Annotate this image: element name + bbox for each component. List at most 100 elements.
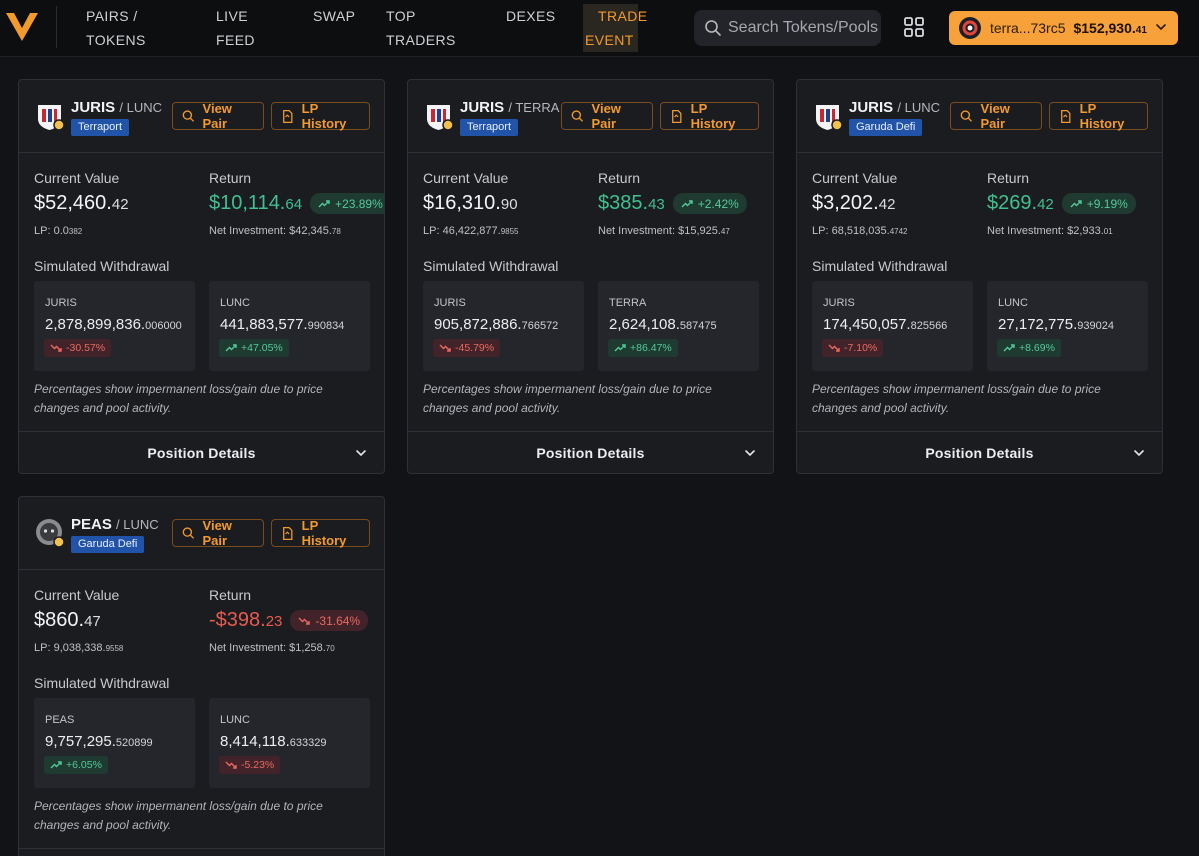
nav-label: TOKENS xyxy=(86,32,146,48)
withdrawal-symbol: JURIS xyxy=(823,297,855,309)
return-value-main: $385. xyxy=(598,192,649,214)
lp-history-label: LP History xyxy=(1079,101,1125,131)
net-investment-prefix: Net Investment: xyxy=(598,225,679,237)
trend-up-icon xyxy=(1070,199,1082,207)
withdrawal-change-badge: +8.69% xyxy=(997,339,1061,357)
nav-dexes[interactable]: DEXES xyxy=(506,4,555,28)
withdrawal-amount-decimals: 006000 xyxy=(145,320,182,332)
dex-badge: Terraport xyxy=(460,119,519,136)
withdrawal-change-badge: +47.05% xyxy=(219,339,289,357)
lp-history-button[interactable]: LP History xyxy=(1049,101,1148,131)
net-investment-prefix: Net Investment: xyxy=(209,642,290,654)
withdrawal-amount-decimals: 990834 xyxy=(307,320,345,332)
view-pair-label: View Pair xyxy=(591,101,621,131)
nav-label: TOP xyxy=(386,8,416,24)
withdrawal-amount: 2,624,108.587475 xyxy=(609,316,717,333)
position-card: JURIS / LUNC Terraport View Pair LP History… xyxy=(18,79,385,474)
nav-top-traders[interactable]: TOP TRADERS xyxy=(386,4,456,52)
withdrawal-amount-decimals: 825566 xyxy=(910,320,948,332)
trend-down-icon xyxy=(50,344,62,352)
trend-up-icon xyxy=(50,761,62,769)
search-box[interactable] xyxy=(694,10,881,46)
withdrawal-change-pct: +6.05% xyxy=(66,759,102,771)
return-value: $269.42 xyxy=(987,192,1054,215)
history-document-icon xyxy=(672,109,682,123)
lp-amount-decimals: 82 xyxy=(73,227,83,236)
lp-prefix: LP: xyxy=(34,225,54,237)
current-value-label: Current Value xyxy=(34,587,120,603)
withdrawal-amount-decimals: 520899 xyxy=(115,737,153,749)
withdrawal-symbol: PEAS xyxy=(45,714,75,726)
view-pair-button[interactable]: View Pair xyxy=(172,518,264,548)
withdrawal-tile: TERRA 2,624,108.587475 +86.47% xyxy=(598,281,759,371)
net-investment-prefix: Net Investment: xyxy=(987,225,1068,237)
withdrawal-amount: 27,172,775.939024 xyxy=(998,316,1114,333)
current-value-decimals: 42 xyxy=(878,196,896,213)
net-investment: Net Investment: $2,933.01 xyxy=(987,225,1113,237)
current-value: $16,310.90 xyxy=(423,192,518,215)
trend-up-icon xyxy=(1003,344,1015,352)
chevron-down-icon xyxy=(745,450,755,457)
position-details-toggle[interactable]: Position Details xyxy=(19,848,384,856)
nav-live-feed[interactable]: LIVE FEED xyxy=(216,4,255,52)
lp-prefix: LP: xyxy=(34,642,54,654)
position-details-toggle[interactable]: Position Details xyxy=(408,431,773,473)
nav-trade-event[interactable]: TRADE EVENT xyxy=(583,4,647,52)
card-header: PEAS / LUNC Garuda Defi View Pair LP Histor… xyxy=(19,497,384,570)
nav-pairs-tokens[interactable]: PAIRS / TOKENS xyxy=(86,4,146,52)
current-value: $860.47 xyxy=(34,609,101,632)
pair-name: JURIS / LUNC xyxy=(849,99,940,116)
withdrawal-amount-decimals: 587475 xyxy=(679,320,717,332)
net-investment-decimals: 78 xyxy=(331,227,341,236)
pair-quote-symbol: / TERRA xyxy=(508,100,560,115)
grid-menu-icon[interactable] xyxy=(903,16,925,38)
pair-base-symbol: JURIS xyxy=(71,99,116,116)
nav-label: SWAP xyxy=(313,8,356,24)
withdrawal-tile: PEAS 9,757,295.520899 +6.05% xyxy=(34,698,195,788)
lp-amount: LP: 46,422,877.9855 xyxy=(423,225,519,237)
lp-history-label: LP History xyxy=(301,101,347,131)
simulated-withdrawal-label: Simulated Withdrawal xyxy=(34,675,170,691)
current-value: $3,202.42 xyxy=(812,192,895,215)
withdrawal-symbol: TERRA xyxy=(609,297,647,309)
position-details-toggle[interactable]: Position Details xyxy=(19,431,384,473)
lp-amount: LP: 68,518,035.4742 xyxy=(812,225,908,237)
wallet-avatar-icon xyxy=(959,17,981,39)
withdrawal-amount: 9,757,295.520899 xyxy=(45,733,153,750)
current-value-decimals: 47 xyxy=(84,613,101,630)
wallet-balance-main: $152,930. xyxy=(1073,20,1136,36)
trend-down-icon xyxy=(828,344,840,352)
lp-history-button[interactable]: LP History xyxy=(271,101,370,131)
logo-icon[interactable] xyxy=(4,11,40,43)
pair-name: JURIS / LUNC xyxy=(71,99,162,116)
return-value-decimals: 64 xyxy=(285,196,303,213)
pair-name: JURIS / TERRA xyxy=(460,99,559,116)
return-change-pct: +23.89% xyxy=(335,196,383,211)
nav-swap[interactable]: SWAP xyxy=(313,4,355,28)
lp-history-label: LP History xyxy=(690,101,736,131)
withdrawal-change-badge: +86.47% xyxy=(608,339,678,357)
search-input[interactable] xyxy=(728,19,878,37)
lp-history-button[interactable]: LP History xyxy=(660,101,759,131)
wallet-balance-decimals: 41 xyxy=(1135,25,1147,36)
view-pair-button[interactable]: View Pair xyxy=(561,101,653,131)
withdrawal-amount: 174,450,057.825566 xyxy=(823,316,947,333)
return-value-main: -$398. xyxy=(209,609,266,631)
return-label: Return xyxy=(987,170,1030,186)
view-pair-button[interactable]: View Pair xyxy=(172,101,264,131)
trend-up-icon xyxy=(225,344,237,352)
pair-base-symbol: PEAS xyxy=(71,516,112,533)
dex-badge: Garuda Defi xyxy=(849,119,923,136)
withdrawal-amount-main: 9,757,295. xyxy=(45,733,116,750)
impermanent-loss-note: Percentages show impermanent loss/gain d… xyxy=(34,382,323,415)
chevron-down-icon xyxy=(356,450,366,457)
return-value-decimals: 23 xyxy=(265,613,283,630)
lp-history-button[interactable]: LP History xyxy=(271,518,370,548)
wallet-button[interactable]: terra...73rc5 $152,930.41 xyxy=(949,11,1178,45)
position-details-toggle[interactable]: Position Details xyxy=(797,431,1162,473)
view-pair-button[interactable]: View Pair xyxy=(950,101,1042,131)
position-details-label: Position Details xyxy=(147,444,256,461)
current-value-decimals: 42 xyxy=(111,196,129,213)
search-icon xyxy=(705,20,721,36)
card-body: Current Value $16,310.90 LP: 46,422,877.98… xyxy=(408,153,773,431)
